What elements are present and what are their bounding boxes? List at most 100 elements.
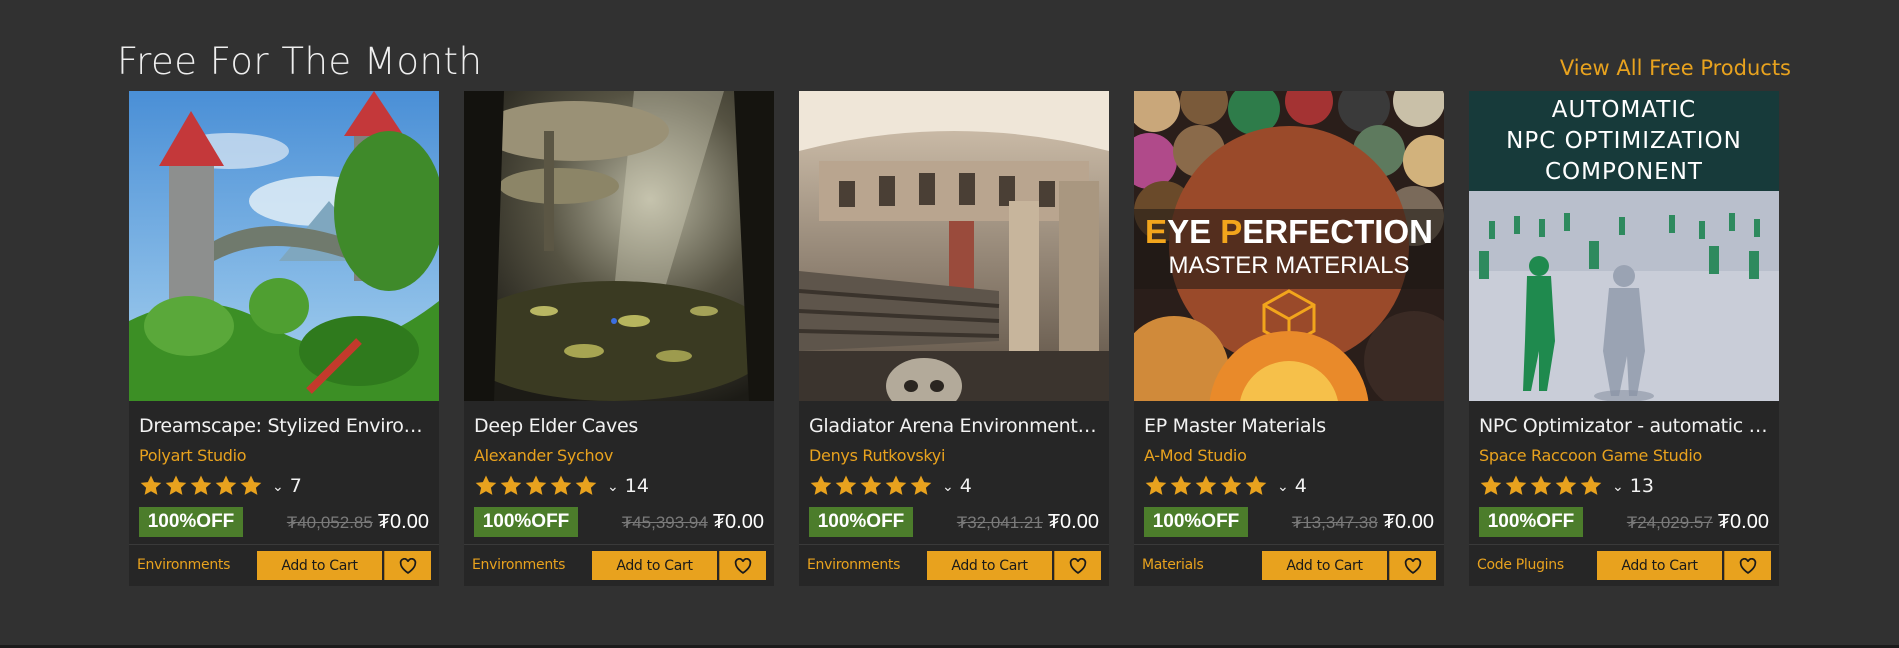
npc-banner-line-1: AUTOMATIC xyxy=(1552,97,1696,123)
divider xyxy=(1469,544,1779,545)
seller-link[interactable]: Alexander Sychov xyxy=(474,446,613,465)
product-thumbnail[interactable] xyxy=(129,91,439,401)
divider xyxy=(464,544,774,545)
sale-price: ₮0.00 xyxy=(377,511,429,533)
star-icon xyxy=(1480,475,1502,495)
add-to-cart-button[interactable]: Add to Cart xyxy=(1597,551,1722,580)
wishlist-button[interactable] xyxy=(719,551,766,580)
rating[interactable]: ⌄ 4 xyxy=(1144,474,1307,498)
product-thumbnail[interactable] xyxy=(799,91,1109,401)
star-icon xyxy=(1220,475,1242,495)
discount-badge: 100%OFF xyxy=(1144,507,1248,537)
price: ₮40,052.85 ₮0.00 xyxy=(287,511,429,534)
star-icon xyxy=(1555,475,1577,495)
wishlist-button[interactable] xyxy=(1389,551,1436,580)
category-link[interactable]: Materials xyxy=(1142,557,1204,573)
star-icon xyxy=(885,475,907,495)
rating[interactable]: ⌄ 4 xyxy=(809,474,972,498)
chevron-down-icon[interactable]: ⌄ xyxy=(942,478,954,495)
sale-price: ₮0.00 xyxy=(1382,511,1434,533)
heart-icon xyxy=(399,557,417,574)
category-link[interactable]: Code Plugins xyxy=(1477,557,1564,573)
heart-icon xyxy=(1069,557,1087,574)
seller-link[interactable]: Polyart Studio xyxy=(139,446,247,465)
price: ₮24,029.57 ₮0.00 xyxy=(1627,511,1769,534)
product-title[interactable]: Dreamscape: Stylized Environme... xyxy=(139,415,431,437)
rating[interactable]: ⌄ 14 xyxy=(474,474,649,498)
add-to-cart-button[interactable]: Add to Cart xyxy=(927,551,1052,580)
npc-banner-line-3: COMPONENT xyxy=(1545,159,1703,185)
ep-logo-letter-e: E xyxy=(1145,213,1167,250)
product-card[interactable]: Gladiator Arena Environment Kit Denys Ru… xyxy=(799,91,1109,586)
star-icon xyxy=(1505,475,1527,495)
product-title[interactable]: EP Master Materials xyxy=(1144,415,1436,437)
category-link[interactable]: Environments xyxy=(137,557,230,573)
product-thumbnail[interactable]: EYE PERFECTION MASTER MATERIALS xyxy=(1134,91,1444,401)
review-count: 4 xyxy=(1294,475,1307,497)
category-link[interactable]: Environments xyxy=(472,557,565,573)
svg-text:EYE PERFECTION: EYE PERFECTION xyxy=(1145,213,1433,250)
npc-banner-line-2: NPC OPTIMIZATION xyxy=(1506,128,1742,154)
star-icon xyxy=(140,475,162,495)
price: ₮45,393.94 ₮0.00 xyxy=(622,511,764,534)
sale-price: ₮0.00 xyxy=(1717,511,1769,533)
add-to-cart-button[interactable]: Add to Cart xyxy=(257,551,382,580)
wishlist-button[interactable] xyxy=(384,551,431,580)
star-icon xyxy=(525,475,547,495)
ep-logo-text-ye: YE xyxy=(1167,213,1220,250)
chevron-down-icon[interactable]: ⌄ xyxy=(607,478,619,495)
product-thumbnail[interactable] xyxy=(464,91,774,401)
heart-icon xyxy=(1404,557,1422,574)
product-card[interactable]: AUTOMATIC NPC OPTIMIZATION COMPONENT NPC… xyxy=(1469,91,1779,586)
star-icon xyxy=(910,475,932,495)
star-icon xyxy=(835,475,857,495)
star-icon xyxy=(1530,475,1552,495)
section-title: Free For The Month xyxy=(117,40,483,83)
add-to-cart-button[interactable]: Add to Cart xyxy=(592,551,717,580)
price: ₮32,041.21 ₮0.00 xyxy=(957,511,1099,534)
wishlist-button[interactable] xyxy=(1054,551,1101,580)
rating[interactable]: ⌄ 13 xyxy=(1479,474,1654,498)
star-icon xyxy=(475,475,497,495)
wishlist-button[interactable] xyxy=(1724,551,1771,580)
heart-icon xyxy=(734,557,752,574)
sale-price: ₮0.00 xyxy=(1047,511,1099,533)
star-icon xyxy=(1195,475,1217,495)
review-count: 4 xyxy=(959,475,972,497)
product-grid: Dreamscape: Stylized Environme... Polyar… xyxy=(129,91,1779,586)
divider xyxy=(129,544,439,545)
star-icon xyxy=(165,475,187,495)
add-to-cart-button[interactable]: Add to Cart xyxy=(1262,551,1387,580)
ep-logo-text-erfection: ERFECTION xyxy=(1242,213,1433,250)
chevron-down-icon[interactable]: ⌄ xyxy=(272,478,284,495)
discount-badge: 100%OFF xyxy=(809,507,913,537)
chevron-down-icon[interactable]: ⌄ xyxy=(1612,478,1624,495)
product-title[interactable]: Deep Elder Caves xyxy=(474,415,766,437)
original-price: ₮40,052.85 xyxy=(286,513,373,532)
star-icon xyxy=(500,475,522,495)
divider xyxy=(799,544,1109,545)
star-icon xyxy=(860,475,882,495)
seller-link[interactable]: Denys Rutkovskyi xyxy=(809,446,945,465)
product-card[interactable]: Dreamscape: Stylized Environme... Polyar… xyxy=(129,91,439,586)
chevron-down-icon[interactable]: ⌄ xyxy=(1277,478,1289,495)
seller-link[interactable]: A-Mod Studio xyxy=(1144,446,1247,465)
category-link[interactable]: Environments xyxy=(807,557,900,573)
star-icon xyxy=(575,475,597,495)
product-title[interactable]: NPC Optimizator - automatic opti... xyxy=(1479,415,1771,437)
discount-badge: 100%OFF xyxy=(474,507,578,537)
star-icon xyxy=(810,475,832,495)
product-title[interactable]: Gladiator Arena Environment Kit xyxy=(809,415,1101,437)
product-card[interactable]: Deep Elder Caves Alexander Sychov ⌄ 14 1… xyxy=(464,91,774,586)
product-thumbnail[interactable]: AUTOMATIC NPC OPTIMIZATION COMPONENT xyxy=(1469,91,1779,401)
review-count: 14 xyxy=(624,475,649,497)
product-card[interactable]: EYE PERFECTION MASTER MATERIALS EP Maste… xyxy=(1134,91,1444,586)
star-icon xyxy=(240,475,262,495)
ep-logo-subtitle: MASTER MATERIALS xyxy=(1169,252,1410,279)
view-all-free-products-link[interactable]: View All Free Products xyxy=(1560,56,1791,80)
rating[interactable]: ⌄ 7 xyxy=(139,474,302,498)
original-price: ₮13,347.38 xyxy=(1291,513,1378,532)
original-price: ₮32,041.21 xyxy=(956,513,1043,532)
seller-link[interactable]: Space Raccoon Game Studio xyxy=(1479,446,1702,465)
review-count: 13 xyxy=(1629,475,1654,497)
